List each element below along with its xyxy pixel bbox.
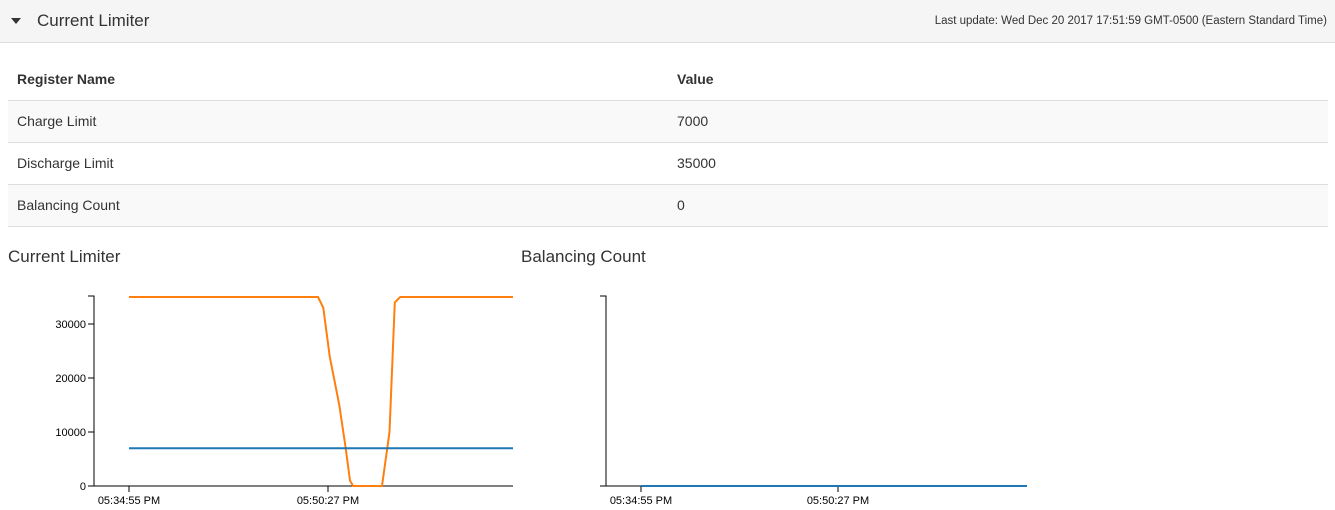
- table-row: Charge Limit 7000: [8, 100, 1328, 142]
- register-table: Register Name Value Charge Limit 7000 Di…: [8, 58, 1328, 227]
- register-value-cell: 7000: [677, 113, 709, 129]
- panel-title[interactable]: Current Limiter: [37, 11, 149, 31]
- y-axis-line: [600, 295, 607, 487]
- x-tick-label: 05:34:55 PM: [610, 495, 672, 507]
- current-limiter-chart: 0 10000 20000 30000 05:34:55 PM 05:50:27 PM: [55, 295, 513, 507]
- y-tick-label: 30000: [55, 319, 86, 331]
- x-tick-label: 05:50:27 PM: [297, 495, 359, 507]
- last-update-text: Last update: Wed Dec 20 2017 17:51:59 GM…: [934, 15, 1327, 27]
- y-tick-label: 0: [80, 481, 86, 493]
- x-tick-label: 05:50:27 PM: [807, 495, 869, 507]
- current-limiter-chart-title: Current Limiter: [8, 247, 121, 266]
- panel-header: Current Limiter Last update: Wed Dec 20 …: [0, 0, 1335, 43]
- table-row: Discharge Limit 35000: [8, 142, 1328, 184]
- collapse-caret-icon[interactable]: [11, 18, 21, 24]
- register-value-cell: 35000: [677, 155, 716, 171]
- table-row: Balancing Count 0: [8, 184, 1328, 226]
- register-name-cell: Balancing Count: [17, 197, 120, 213]
- series-line-0: [129, 296, 513, 487]
- balancing-count-chart-title: Balancing Count: [521, 247, 646, 266]
- column-header-register-name: Register Name: [8, 58, 668, 101]
- register-name-cell: Discharge Limit: [17, 155, 114, 171]
- balancing-count-chart: 05:34:55 PM 05:50:27 PM: [600, 295, 1027, 507]
- y-tick-label: 20000: [55, 373, 86, 385]
- y-tick-label: 10000: [55, 427, 86, 439]
- x-tick-label: 05:34:55 PM: [98, 495, 160, 507]
- table-header-row: Register Name Value: [8, 58, 1328, 101]
- register-name-cell: Charge Limit: [17, 113, 97, 129]
- register-value-cell: 0: [677, 197, 685, 213]
- column-header-value: Value: [668, 58, 1328, 101]
